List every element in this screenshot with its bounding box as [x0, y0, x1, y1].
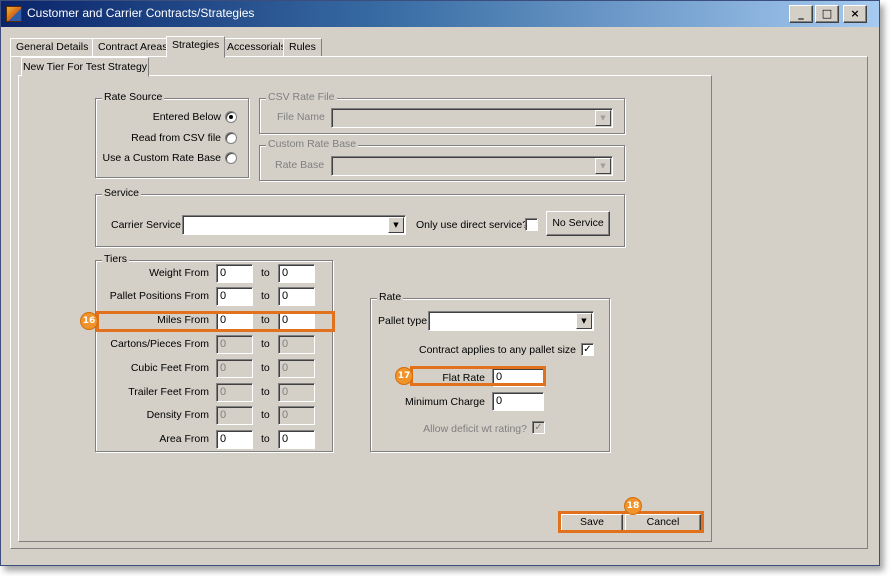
read-csv-radio[interactable]: [225, 132, 237, 144]
tier-label-cubic-feet: Cubic Feet From: [130, 362, 209, 374]
direct-service-checkbox[interactable]: [525, 218, 538, 231]
tier-to-label: to: [261, 267, 270, 279]
deficit-wt-label: Allow deficit wt rating?: [423, 423, 527, 435]
minimum-charge-input[interactable]: 0: [492, 392, 544, 411]
rate-legend: Rate: [377, 291, 404, 303]
tier-cartons-from-input[interactable]: 0: [216, 335, 253, 354]
tier-trailer-feet-from-input[interactable]: 0: [216, 383, 253, 402]
custom-rate-base-legend: Custom Rate Base: [266, 138, 359, 150]
rate-base-combo[interactable]: ▼: [331, 156, 613, 176]
tier-label-cartons: Cartons/Pieces From: [110, 338, 209, 350]
window-title: Customer and Carrier Contracts/Strategie…: [27, 6, 255, 20]
entered-below-radio[interactable]: [225, 111, 237, 123]
file-name-combo[interactable]: ▼: [331, 108, 613, 128]
tier-to-label: to: [261, 362, 270, 374]
tier-weight-to-input[interactable]: 0: [278, 264, 315, 283]
tab-rules[interactable]: Rules: [283, 38, 322, 57]
chevron-down-icon: ▼: [388, 217, 404, 233]
tier-pallet-positions-to-input[interactable]: 0: [278, 287, 315, 306]
tab-new-tier[interactable]: New Tier For Test Strategy: [21, 57, 149, 77]
callout-marker-18: 18: [624, 497, 642, 515]
minimum-charge-label: Minimum Charge: [405, 396, 485, 408]
miles-highlight-box: [96, 311, 335, 332]
main-window: Customer and Carrier Contracts/Strategie…: [0, 0, 880, 566]
tier-label-density: Density From: [146, 409, 209, 421]
tier-pallet-positions-from-input[interactable]: 0: [216, 287, 253, 306]
service-legend: Service: [102, 187, 142, 199]
tier-label-trailer-feet: Trailer Feet From: [128, 386, 209, 398]
rate-source-legend: Rate Source: [102, 91, 165, 103]
tier-cubic-feet-to-input[interactable]: 0: [278, 359, 315, 378]
tab-strategies[interactable]: Strategies: [166, 36, 226, 58]
pallet-type-combo[interactable]: ▼: [428, 311, 594, 331]
custom-rate-base-label: Use a Custom Rate Base: [102, 152, 221, 164]
close-button[interactable]: ×: [843, 5, 867, 23]
chevron-down-icon: ▼: [576, 313, 592, 329]
flat-rate-highlight-box: [410, 366, 546, 386]
tier-weight-from-input[interactable]: 0: [216, 264, 253, 283]
minimize-button[interactable]: _: [789, 5, 813, 23]
chevron-down-icon: ▼: [595, 110, 611, 126]
tier-label-weight: Weight From: [149, 267, 209, 279]
direct-service-label: Only use direct service?: [416, 219, 529, 231]
tier-area-from-input[interactable]: 0: [216, 430, 253, 449]
pallet-type-label: Pallet type: [378, 315, 428, 327]
file-name-label: File Name: [277, 111, 325, 123]
tier-cubic-feet-from-input[interactable]: 0: [216, 359, 253, 378]
tiers-legend: Tiers: [102, 253, 129, 265]
maximize-button[interactable]: □: [815, 5, 839, 23]
tier-density-to-input[interactable]: 0: [278, 406, 315, 425]
tier-to-label: to: [261, 338, 270, 350]
deficit-wt-checkbox[interactable]: ✓: [532, 421, 545, 434]
carrier-service-combo[interactable]: ▼: [182, 215, 406, 235]
tier-cartons-to-input[interactable]: 0: [278, 335, 315, 354]
no-service-button[interactable]: No Service: [546, 211, 610, 236]
app-window-icon: [6, 6, 22, 22]
chevron-down-icon: ▼: [595, 158, 611, 174]
callout-marker-17: 17: [395, 367, 413, 385]
tier-to-label: to: [261, 433, 270, 445]
title-bar: Customer and Carrier Contracts/Strategie…: [1, 1, 879, 27]
read-csv-label: Read from CSV file: [131, 132, 221, 144]
tab-accessorials[interactable]: Accessorials: [221, 38, 292, 57]
callout-marker-16: 16: [80, 312, 98, 330]
tab-contract-areas[interactable]: Contract Areas: [92, 38, 174, 57]
custom-rate-base-radio[interactable]: [225, 152, 237, 164]
tier-to-label: to: [261, 386, 270, 398]
tier-area-to-input[interactable]: 0: [278, 430, 315, 449]
entered-below-label: Entered Below: [152, 111, 221, 123]
tab-general-details[interactable]: General Details: [10, 38, 95, 57]
tier-label-area: Area From: [159, 433, 209, 445]
tier-density-from-input[interactable]: 0: [216, 406, 253, 425]
rate-base-label: Rate Base: [275, 159, 325, 171]
any-pallet-size-checkbox[interactable]: ✓: [581, 343, 594, 356]
csv-rate-file-legend: CSV Rate File: [266, 91, 337, 103]
tier-to-label: to: [261, 409, 270, 421]
any-pallet-size-label: Contract applies to any pallet size: [418, 344, 576, 356]
tier-trailer-feet-to-input[interactable]: 0: [278, 383, 315, 402]
tier-to-label: to: [261, 290, 270, 302]
tier-label-pallet-positions: Pallet Positions From: [109, 290, 209, 302]
carrier-service-label: Carrier Service: [111, 219, 182, 231]
